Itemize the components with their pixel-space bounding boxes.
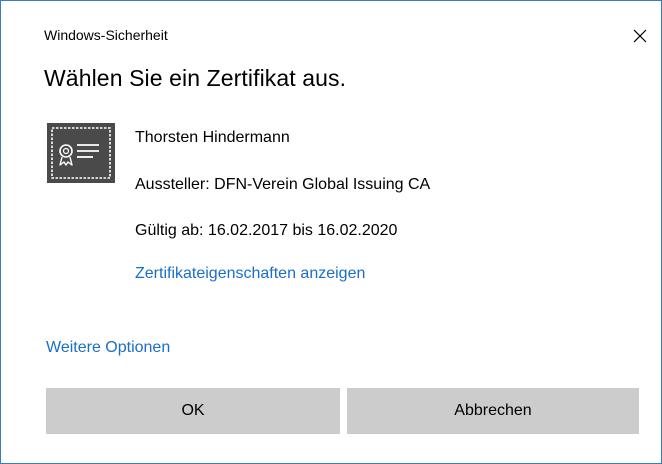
ok-button[interactable]: OK [46, 388, 340, 434]
dialog-heading: Wählen Sie ein Zertifikat aus. [44, 65, 347, 91]
certificate-dialog: Windows-Sicherheit Wählen Sie ein Zertif… [0, 0, 662, 464]
certificate-validity: Gültig ab: 16.02.2017 bis 16.02.2020 [135, 222, 398, 239]
more-options-link[interactable]: Weitere Optionen [46, 339, 170, 357]
certificate-issuer: Aussteller: DFN-Verein Global Issuing CA [135, 176, 431, 193]
close-icon [633, 29, 647, 43]
cancel-button[interactable]: Abbrechen [347, 388, 639, 434]
certificate-icon[interactable] [47, 123, 115, 183]
certificate-name: Thorsten Hindermann [135, 129, 290, 146]
window-title: Windows-Sicherheit [44, 27, 168, 43]
certificate-properties-link[interactable]: Zertifikateigenschaften anzeigen [135, 265, 365, 283]
close-button[interactable] [625, 21, 655, 51]
